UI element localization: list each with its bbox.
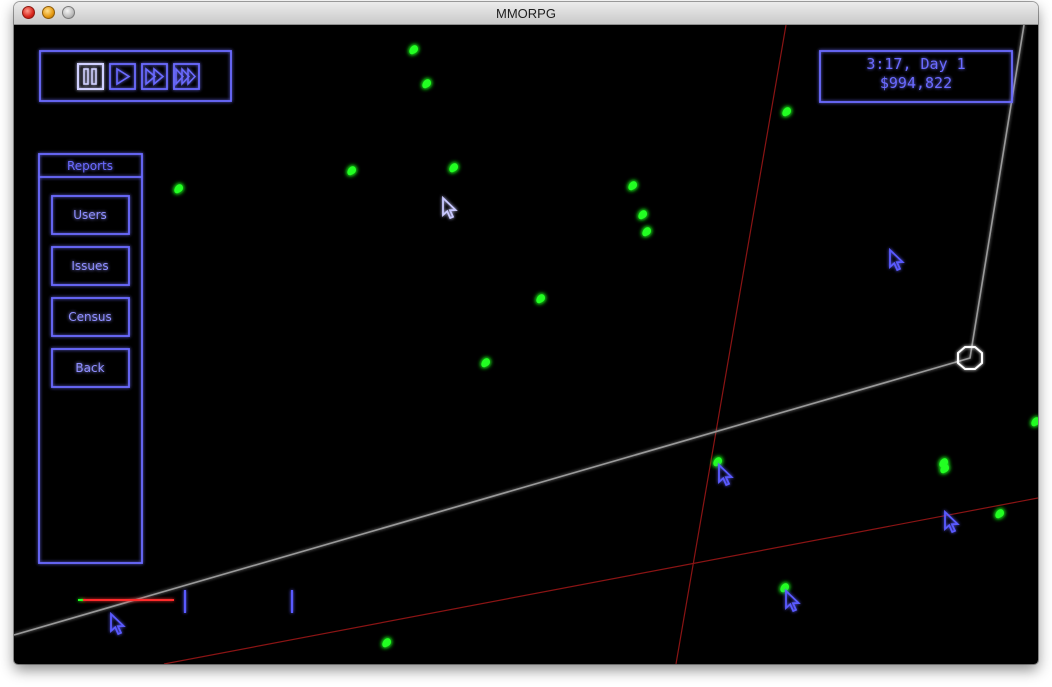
cursor-icon [785,590,800,612]
play-icon [116,67,131,86]
reports-title: Reports [67,159,113,173]
census-button-label: Census [68,310,111,324]
issues-button-label: Issues [71,259,108,273]
speed-controls [39,50,232,102]
player-blob[interactable] [449,163,458,173]
cursor-icon [889,249,904,271]
route-path [14,25,1025,636]
player-blob[interactable] [995,509,1004,519]
cursor-icon [110,613,125,635]
player-blobs [174,45,1038,648]
money-balance: $994,822 [880,74,952,92]
cursor-icon [442,197,457,219]
pause-icon [83,68,97,85]
world-grid [163,25,1038,664]
reports-panel: Reports Users Issues Census Back [38,153,143,564]
pause-button[interactable] [77,63,104,90]
player-blob[interactable] [628,181,637,191]
player-blob[interactable] [638,210,647,220]
timeline-gauge [78,590,294,613]
player-blob[interactable] [713,457,722,467]
fastest-forward-button[interactable] [173,63,200,90]
game-viewport[interactable]: 3:17, Day 1 $994,822 Reports Users Issue… [14,25,1038,664]
issues-button[interactable]: Issues [51,246,130,286]
app-window: MMORPG 3:17, Day 1 $994,822 Reports User… [14,2,1038,664]
users-button[interactable]: Users [51,195,130,235]
game-time: 3:17, Day 1 [866,55,965,73]
player-blob[interactable] [409,45,418,55]
fast-forward-button[interactable] [141,63,168,90]
fastest-forward-icon [175,67,197,86]
play-button[interactable] [109,63,136,90]
player-blob[interactable] [780,583,789,593]
player-blob[interactable] [1031,417,1038,427]
player-blob[interactable] [782,107,791,117]
back-button-label: Back [75,361,104,375]
title-bar[interactable]: MMORPG [14,2,1038,25]
window-title: MMORPG [496,6,556,21]
users-button-label: Users [73,208,107,222]
player-blob[interactable] [382,638,391,648]
player-blob[interactable] [642,227,651,237]
census-button[interactable]: Census [51,297,130,337]
back-button[interactable]: Back [51,348,130,388]
user-cursors [110,197,959,635]
cursor-icon [718,464,733,486]
player-blob[interactable] [481,358,490,368]
status-hud: 3:17, Day 1 $994,822 [819,50,1013,103]
player-blob[interactable] [422,79,431,89]
player-blob[interactable] [174,184,183,194]
player-blob[interactable] [347,166,356,176]
player-blob[interactable] [536,294,545,304]
game-canvas[interactable]: 3:17, Day 1 $994,822 Reports Users Issue… [14,25,1038,664]
fast-forward-icon [145,67,165,86]
